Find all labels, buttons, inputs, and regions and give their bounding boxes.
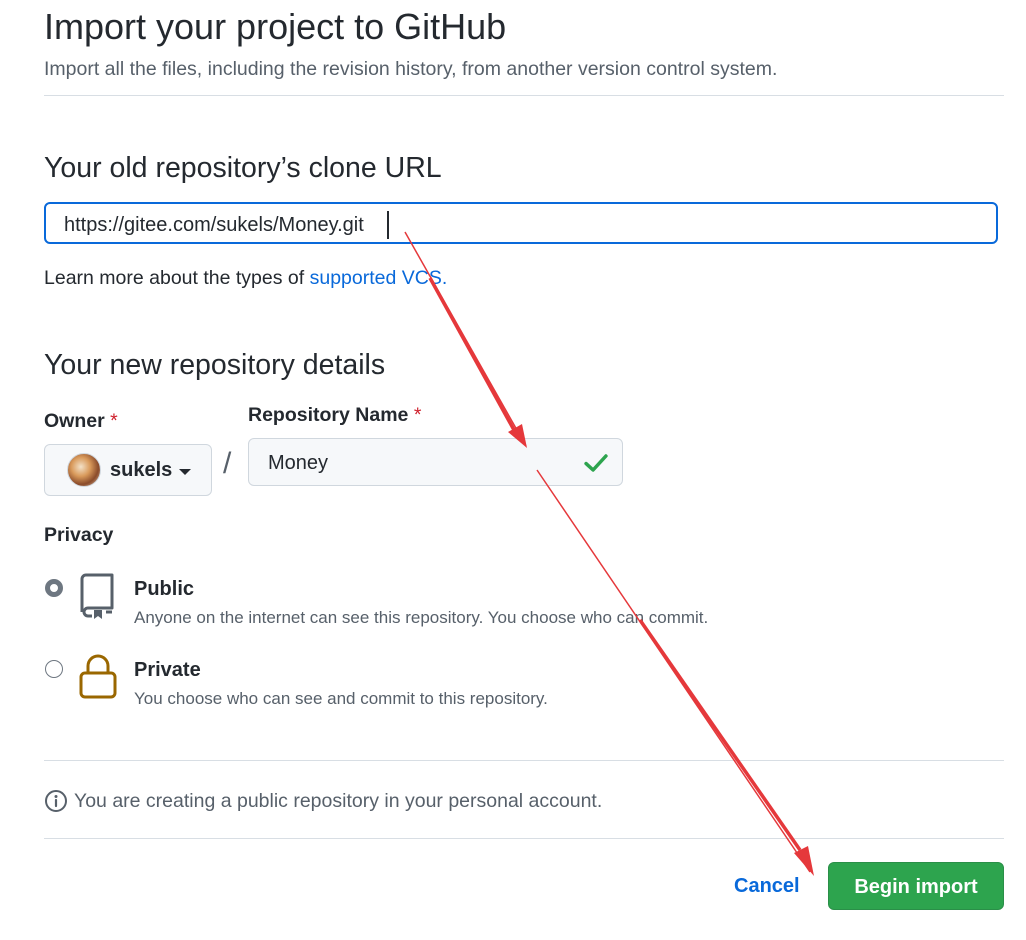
privacy-private-description: You choose who can see and commit to thi… bbox=[134, 689, 548, 708]
notice-text: You are creating a public repository in … bbox=[74, 790, 603, 812]
new-repo-heading: Your new repository details bbox=[44, 349, 386, 381]
supported-vcs-link[interactable]: supported VCS bbox=[310, 267, 442, 289]
info-icon bbox=[45, 790, 67, 812]
repo-book-icon bbox=[80, 573, 114, 619]
clone-url-heading: Your old repository’s clone URL bbox=[44, 152, 442, 184]
repo-name-label: Repository Name * bbox=[248, 404, 422, 426]
owner-select-button[interactable]: sukels bbox=[44, 444, 212, 496]
page-subtitle: Import all the files, including the revi… bbox=[44, 58, 778, 80]
public-repo-notice: You are creating a public repository in … bbox=[44, 788, 602, 814]
privacy-divider bbox=[44, 760, 1004, 761]
clone-url-value: https://gitee.com/sukels/Money.git bbox=[64, 214, 364, 236]
required-mark: * bbox=[110, 410, 118, 432]
required-mark: * bbox=[413, 404, 422, 426]
page-title: Import your project to GitHub bbox=[44, 6, 507, 47]
privacy-label: Privacy bbox=[44, 524, 114, 546]
text-caret bbox=[387, 211, 389, 239]
owner-avatar bbox=[67, 453, 101, 487]
privacy-private-radio[interactable] bbox=[45, 660, 63, 678]
begin-import-button[interactable]: Begin import bbox=[828, 862, 1004, 910]
chevron-down-icon bbox=[179, 468, 192, 475]
owner-label: Owner * bbox=[44, 410, 118, 432]
privacy-public-radio[interactable] bbox=[45, 579, 63, 597]
owner-name: sukels bbox=[110, 458, 173, 481]
lock-icon bbox=[79, 654, 117, 699]
cancel-button[interactable]: Cancel bbox=[734, 873, 800, 899]
privacy-public-title: Public bbox=[134, 578, 195, 600]
privacy-public-description: Anyone on the internet can see this repo… bbox=[134, 608, 709, 627]
help-prefix: Learn more about the types of bbox=[44, 267, 310, 289]
annotation-arrow-to-begin-import bbox=[536, 469, 814, 876]
help-suffix: . bbox=[441, 267, 448, 289]
owner-repo-separator: / bbox=[223, 447, 232, 480]
privacy-private-title: Private bbox=[134, 659, 201, 681]
header-divider bbox=[44, 95, 1004, 96]
supported-vcs-help: Learn more about the types of supported … bbox=[44, 265, 447, 291]
notice-divider bbox=[44, 838, 1004, 839]
check-icon bbox=[584, 454, 608, 472]
repo-name-value: Money bbox=[268, 452, 329, 474]
